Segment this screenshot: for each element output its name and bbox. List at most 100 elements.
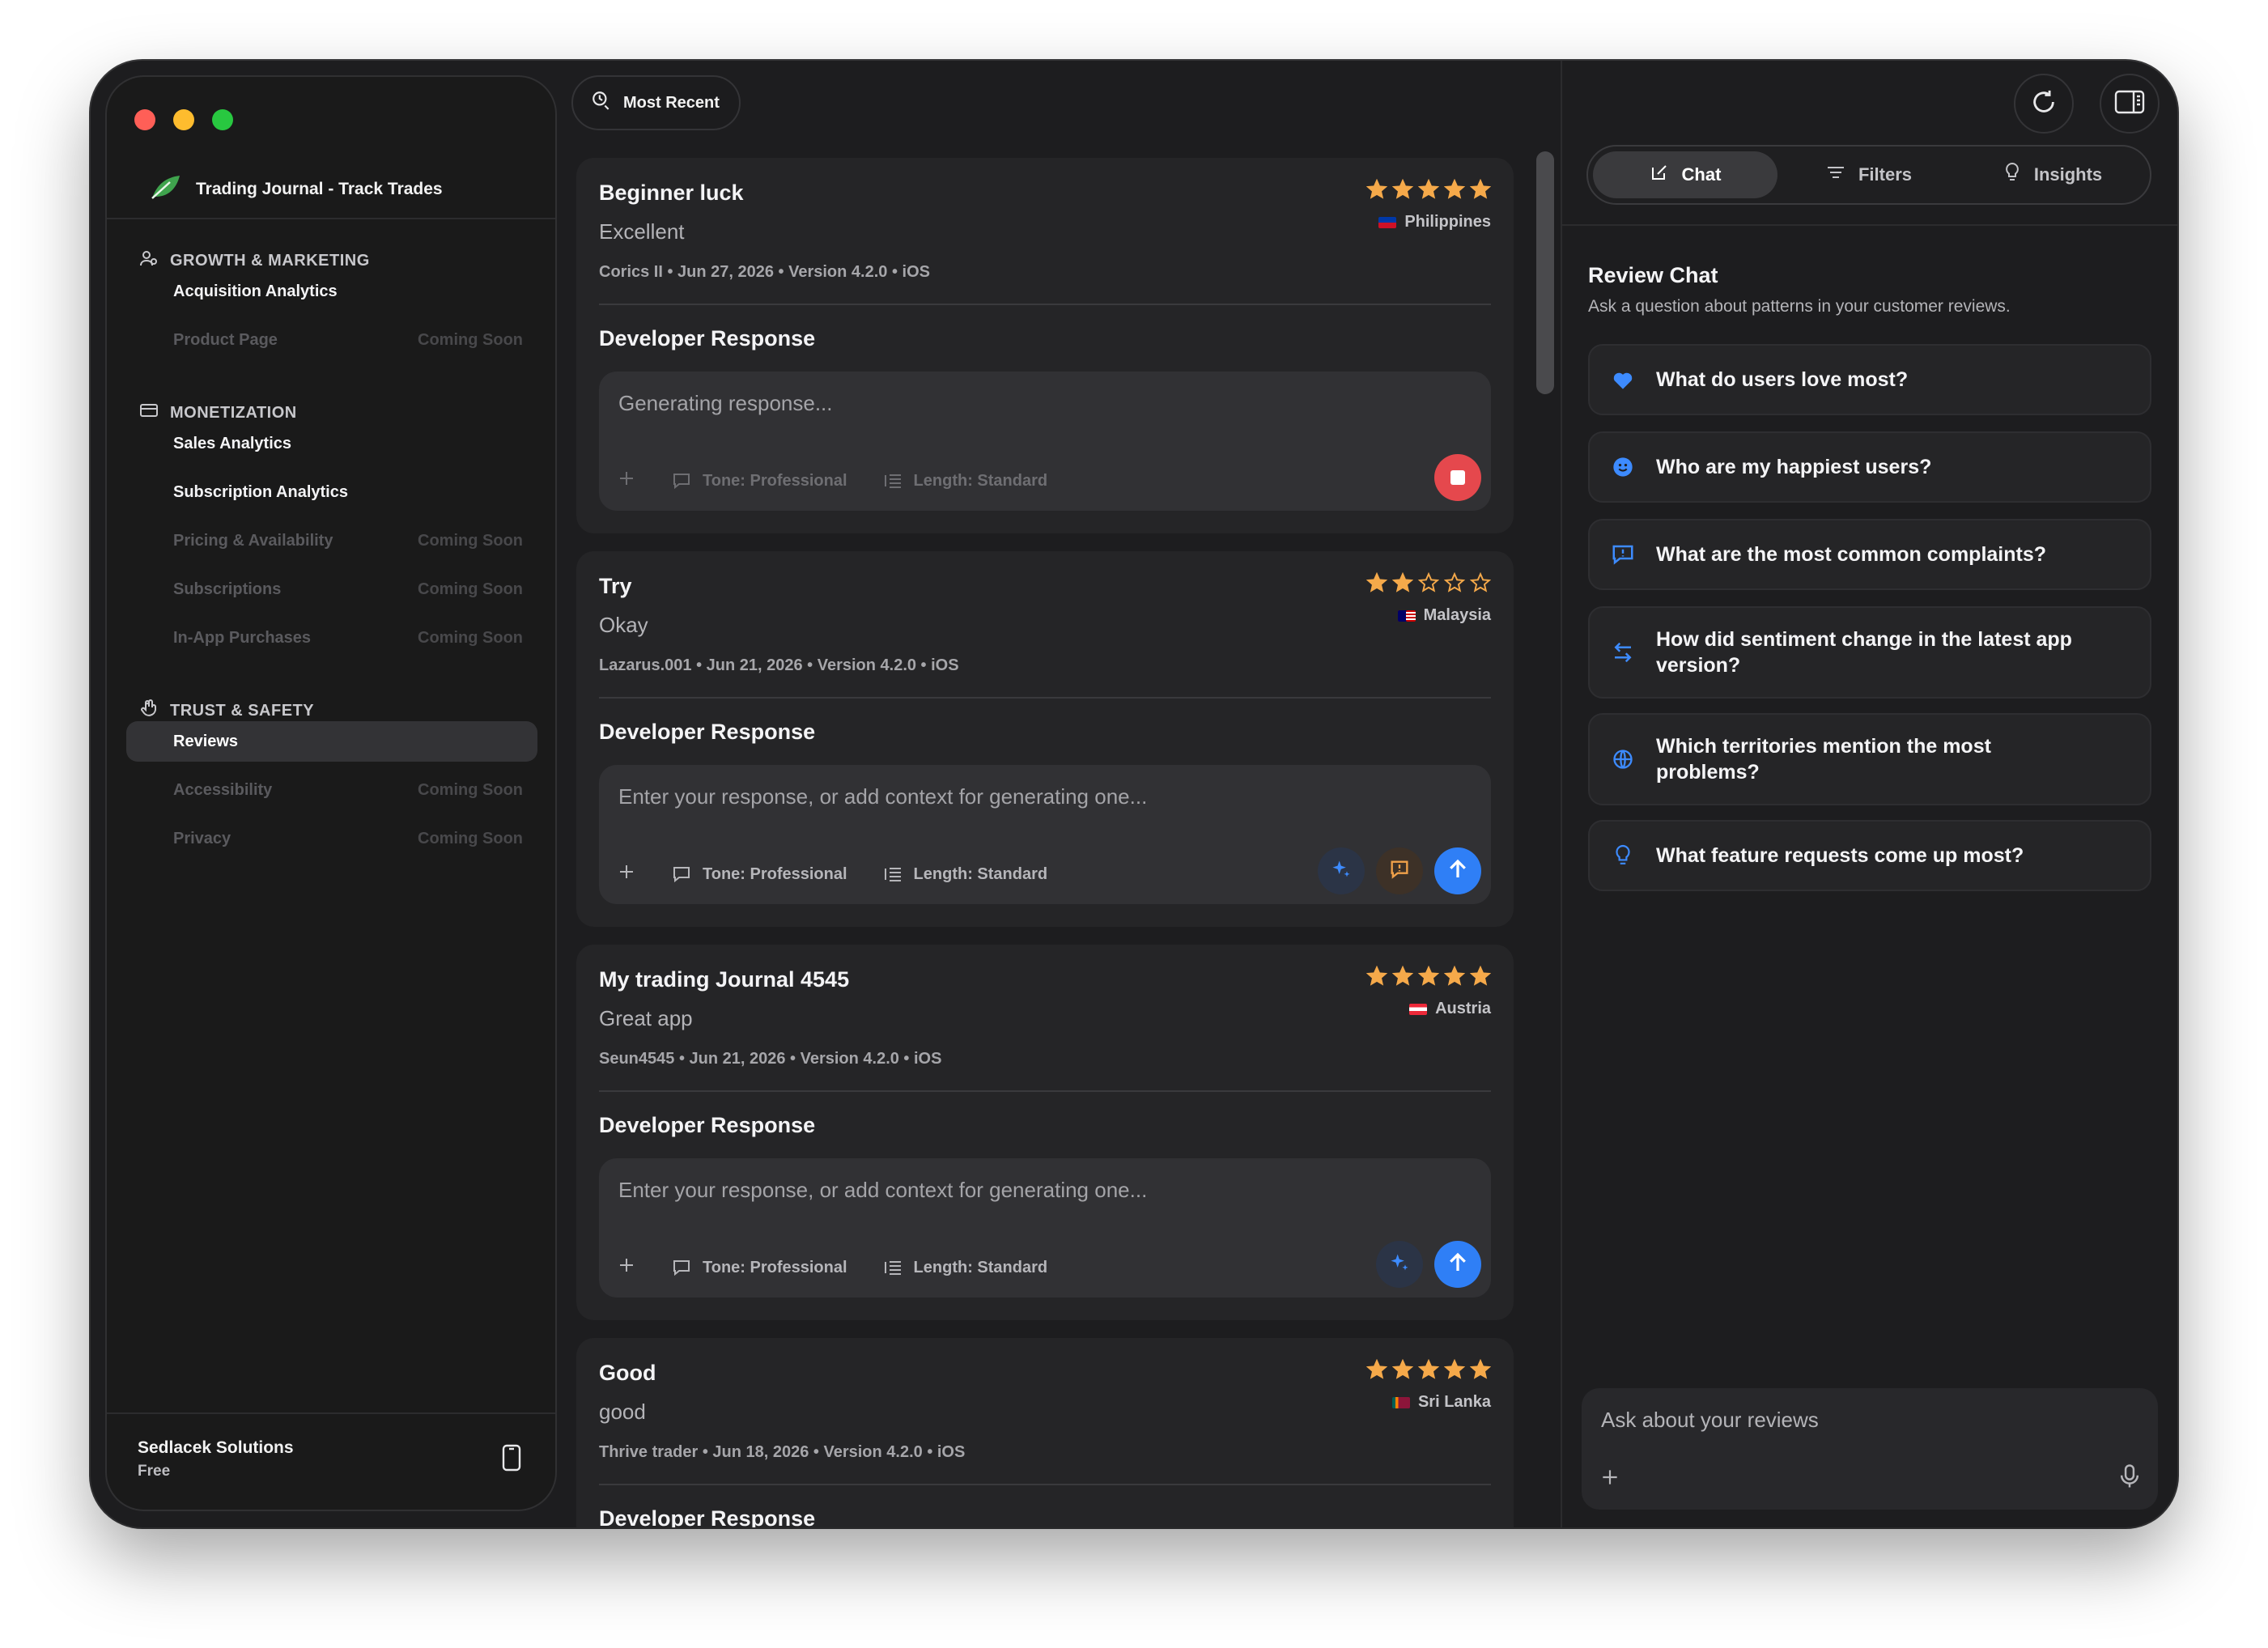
organization-name: Sedlacek Solutions: [138, 1438, 294, 1457]
sidebar-item-privacy[interactable]: Privacy Coming Soon: [126, 818, 537, 859]
zoom-window-button[interactable]: [212, 109, 233, 130]
add-attachment-icon[interactable]: [617, 862, 636, 886]
microphone-icon[interactable]: [2119, 1463, 2140, 1493]
tone-selector[interactable]: Tone: Professional: [672, 865, 847, 884]
speech-bubble-icon: [673, 1260, 690, 1276]
response-input[interactable]: Enter your response, or add context for …: [599, 765, 1491, 904]
send-response-button[interactable]: [1434, 1241, 1481, 1288]
review-card: My trading Journal 4545 Great app Seun45…: [576, 945, 1514, 1320]
list-icon: [884, 868, 901, 881]
review-country: Malaysia: [1397, 606, 1491, 625]
chat-placeholder: Ask about your reviews: [1601, 1408, 1819, 1432]
developer-response-heading: Developer Response: [599, 720, 816, 744]
star-filled-icon: [1392, 179, 1413, 199]
lightbulb-icon: [1611, 843, 1635, 868]
developer-response-heading: Developer Response: [599, 1113, 816, 1137]
review-card: Good good Thrive trader • Jun 18, 2026 •…: [576, 1338, 1514, 1527]
coming-soon-badge: Coming Soon: [418, 531, 523, 550]
tone-selector[interactable]: Tone: Professional: [672, 1259, 847, 1277]
response-actions: [1318, 847, 1481, 894]
length-selector[interactable]: Length: Standard: [883, 1259, 1047, 1277]
developer-response-heading: Developer Response: [599, 1506, 816, 1527]
sri-lanka-flag-icon: [1391, 1396, 1410, 1408]
sidebar-item-product-page[interactable]: Product Page Coming Soon: [126, 320, 537, 360]
coming-soon-badge: Coming Soon: [418, 780, 523, 799]
sparkle-icon: [1388, 1251, 1411, 1278]
star-filled-icon: [1470, 1359, 1491, 1379]
send-response-button[interactable]: [1434, 847, 1481, 894]
response-actions: [1434, 454, 1481, 501]
add-attachment-icon[interactable]: [617, 1255, 636, 1280]
generate-ai-button[interactable]: [1376, 1241, 1423, 1288]
plan-label: Free: [138, 1463, 171, 1480]
warning-bubble-icon: [1388, 858, 1411, 885]
hand-icon: [139, 699, 159, 723]
response-input[interactable]: Enter your response, or add context for …: [599, 1158, 1491, 1298]
star-filled-icon: [1366, 966, 1387, 986]
suggestion-happiest-users[interactable]: Who are my happiest users?: [1588, 431, 2151, 503]
star-rating: [1366, 572, 1491, 593]
sidebar-item-reviews[interactable]: Reviews: [126, 721, 537, 762]
toggle-sidebar-button[interactable]: [2100, 74, 2160, 134]
review-title: Good: [599, 1361, 656, 1385]
tab-insights[interactable]: Insights: [1960, 151, 2145, 198]
review-country: Austria: [1409, 1000, 1491, 1018]
sidebar-item-accessibility[interactable]: Accessibility Coming Soon: [126, 770, 537, 810]
review-meta: Seun4545 • Jun 21, 2026 • Version 4.2.0 …: [599, 1050, 942, 1068]
suggestion-love-most[interactable]: What do users love most?: [1588, 344, 2151, 415]
report-concern-button[interactable]: [1376, 847, 1423, 894]
length-selector[interactable]: Length: Standard: [883, 865, 1047, 884]
close-window-button[interactable]: [134, 109, 155, 130]
review-list-scrollbar[interactable]: [1536, 151, 1554, 394]
tone-selector[interactable]: Tone: Professional: [672, 472, 847, 491]
feedback-icon: [1611, 543, 1635, 566]
response-tools: Tone: Professional Length: Standard: [617, 1255, 1047, 1280]
generate-ai-button[interactable]: [1318, 847, 1365, 894]
sparkle-icon: [1330, 858, 1353, 885]
sidebar-item-subscription-analytics[interactable]: Subscription Analytics: [126, 472, 537, 512]
sidebar-item-acquisition-analytics[interactable]: Acquisition Analytics: [126, 271, 537, 312]
refresh-button[interactable]: [2014, 74, 2074, 134]
section-trust-safety: TRUST & SAFETY: [139, 699, 314, 723]
add-attachment-icon[interactable]: [617, 469, 636, 493]
suggestion-territories[interactable]: Which territories mention the most probl…: [1588, 713, 2151, 805]
review-title: Try: [599, 574, 632, 598]
sort-button[interactable]: Most Recent: [571, 75, 741, 130]
account-info[interactable]: Sedlacek Solutions Free: [138, 1438, 294, 1480]
review-body: Great app: [599, 1006, 693, 1030]
length-selector[interactable]: Length: Standard: [883, 472, 1047, 491]
philippines-flag-icon: [1378, 216, 1397, 228]
sort-clock-icon: [591, 90, 612, 116]
star-rating: [1366, 179, 1491, 200]
chat-input[interactable]: Ask about your reviews: [1582, 1388, 2158, 1510]
panel-tabs: Chat Filters Insights: [1586, 145, 2151, 205]
star-filled-icon: [1392, 1359, 1413, 1379]
stop-generating-button[interactable]: [1434, 454, 1481, 501]
coming-soon-badge: Coming Soon: [418, 829, 523, 847]
panel-divider: [1561, 61, 1562, 1527]
response-tools: Tone: Professional Length: Standard: [617, 862, 1047, 886]
sidebar-item-subscriptions[interactable]: Subscriptions Coming Soon: [126, 569, 537, 610]
sidebar-item-in-app-purchases[interactable]: In-App Purchases Coming Soon: [126, 618, 537, 658]
app-selector[interactable]: Trading Journal - Track Trades: [149, 172, 443, 206]
sidebar-item-pricing-availability[interactable]: Pricing & Availability Coming Soon: [126, 520, 537, 561]
response-editor[interactable]: Generating response... Tone: Professiona…: [599, 372, 1491, 511]
star-filled-icon: [1444, 179, 1465, 199]
tab-filters[interactable]: Filters: [1777, 151, 1960, 198]
response-placeholder: Enter your response, or add context for …: [618, 1178, 1148, 1202]
suggestion-feature-requests[interactable]: What feature requests come up most?: [1588, 820, 2151, 891]
minimize-window-button[interactable]: [173, 109, 194, 130]
suggestion-common-complaints[interactable]: What are the most common complaints?: [1588, 519, 2151, 590]
lightbulb-icon: [2003, 162, 2021, 188]
add-icon[interactable]: [1599, 1467, 1620, 1492]
phone-icon[interactable]: [502, 1444, 521, 1476]
card-divider: [599, 1090, 1491, 1092]
response-actions: [1376, 1241, 1481, 1288]
tab-chat[interactable]: Chat: [1593, 151, 1777, 198]
review-chat-subtitle: Ask a question about patterns in your cu…: [1588, 297, 2011, 316]
review-meta: Thrive trader • Jun 18, 2026 • Version 4…: [599, 1443, 966, 1461]
review-meta: Lazarus.001 • Jun 21, 2026 • Version 4.2…: [599, 656, 959, 674]
sidebar-item-sales-analytics[interactable]: Sales Analytics: [126, 423, 537, 464]
compose-icon: [1650, 163, 1669, 187]
suggestion-sentiment-change[interactable]: How did sentiment change in the latest a…: [1588, 606, 2151, 699]
